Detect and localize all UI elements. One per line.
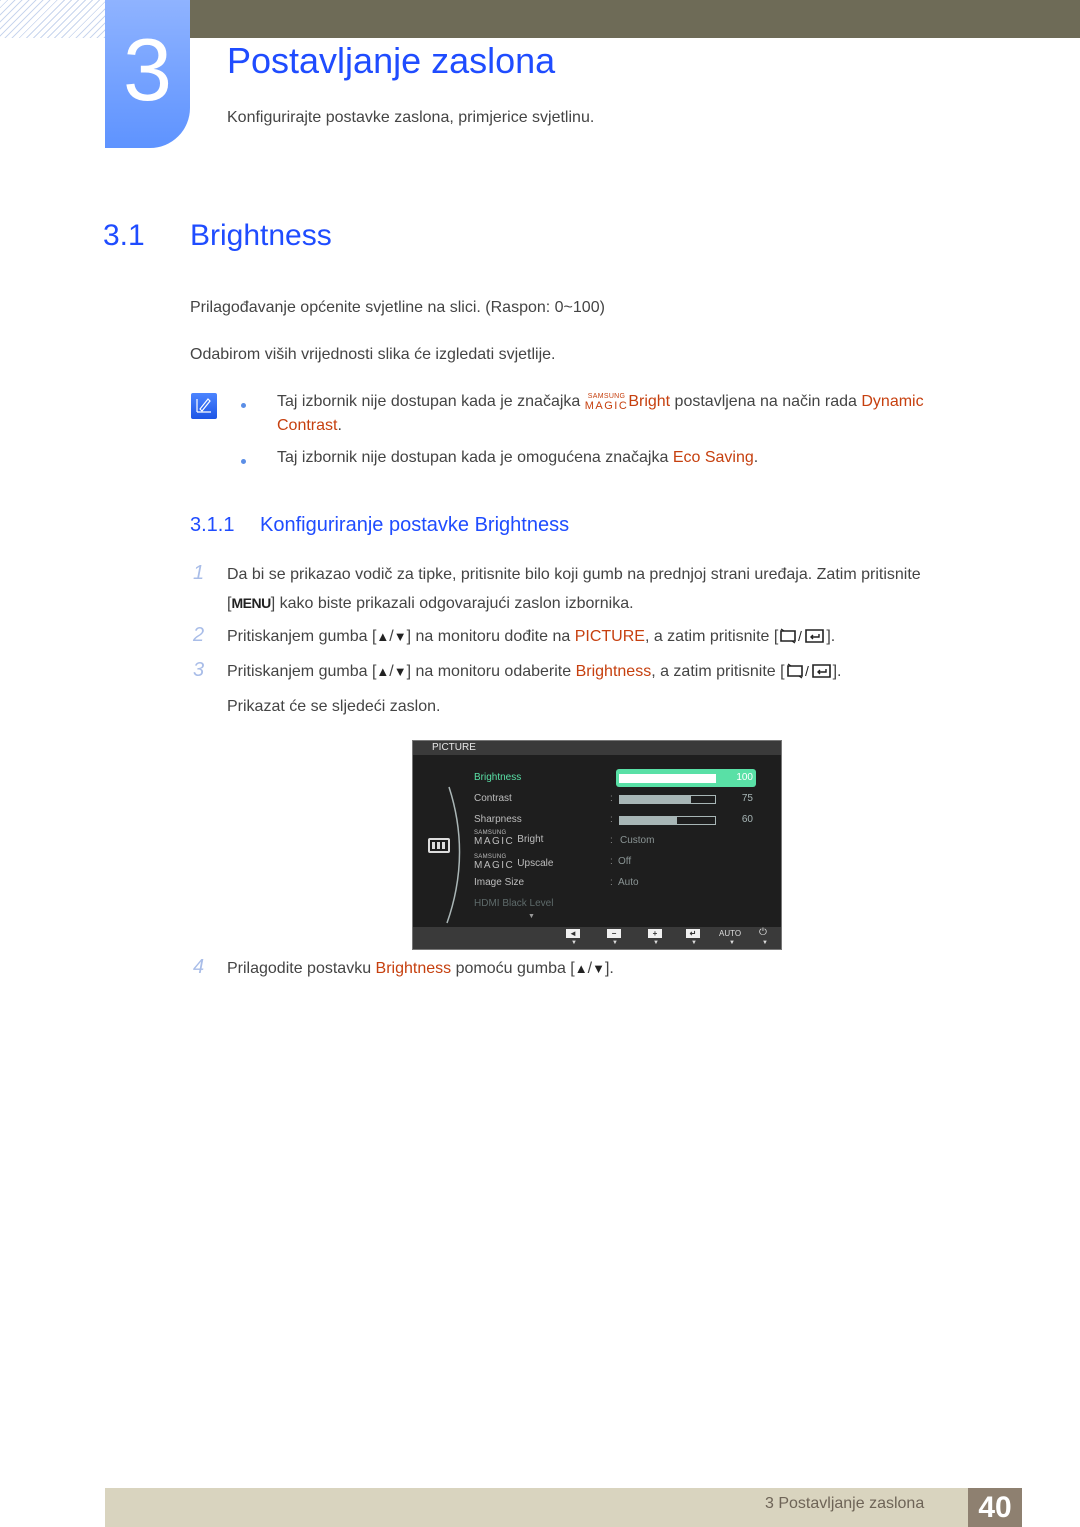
- step-4-text: Prilagodite postavku Brightness pomoću g…: [227, 960, 614, 977]
- source-enter-key-icon: /: [778, 626, 826, 654]
- osd-plus-button-icon[interactable]: +: [648, 929, 662, 938]
- highlight-brightness: Brightness: [375, 960, 452, 977]
- chapter-title: Postavljanje zaslona: [227, 40, 556, 81]
- osd-bar-fill: [620, 796, 692, 803]
- svg-text:/: /: [798, 628, 802, 644]
- note-item-magicbright: Taj izbornik nije dostupan kada je znača…: [277, 393, 924, 434]
- step-number: 4: [193, 956, 205, 978]
- osd-sharpness-value: 60: [741, 814, 753, 825]
- down-arrow-icon: ▼: [393, 629, 407, 644]
- osd-brightness-value: 100: [736, 772, 753, 783]
- up-arrow-icon: ▲: [574, 961, 588, 976]
- section-paragraph-brighter: Odabirom viših vrijednosti slika će izgl…: [190, 346, 556, 363]
- osd-enter-button-icon[interactable]: ↵: [686, 929, 700, 938]
- osd-picture-menu: PICTURE Brightness : 100 Contrast : 75 S…: [412, 740, 782, 950]
- samsung-magic-logo: SAMSUNG MAGIC: [584, 393, 629, 412]
- osd-magic-upscale-value: Off: [618, 856, 632, 867]
- highlight-picture: PICTURE: [574, 628, 645, 645]
- highlight-dynamic: Dynamic: [861, 393, 924, 410]
- section-number: 3.1: [103, 219, 145, 252]
- osd-button-guide: ◄ ▼ − ▼ + ▼ ↵ ▼ AUTO ▼ ⏻ ▼: [413, 927, 781, 949]
- step-2-text: Pritiskanjem gumba [▲/▼] na monitoru dođ…: [227, 623, 997, 654]
- note-item-ecosaving: Taj izbornik nije dostupan kada je omogu…: [277, 449, 759, 466]
- osd-item-sharpness[interactable]: Sharpness: [474, 814, 522, 825]
- highlight-brightness: Brightness: [575, 663, 652, 680]
- samsung-magic-logo: SAMSUNG MAGIC: [474, 854, 515, 871]
- samsung-magic-logo: SAMSUNG MAGIC: [474, 830, 515, 847]
- osd-contrast-value: 75: [741, 793, 753, 804]
- chapter-subtitle: Konfigurirajte postavke zaslona, primjer…: [227, 109, 595, 126]
- osd-item-magic-bright[interactable]: SAMSUNG MAGIC Bright: [474, 830, 543, 847]
- source-enter-key-icon: /: [785, 661, 833, 689]
- osd-sharpness-bar[interactable]: [619, 816, 716, 825]
- osd-item-hdmi-black-level: HDMI Black Level: [474, 898, 554, 909]
- osd-scroll-down-icon[interactable]: ▼: [528, 913, 535, 920]
- osd-item-contrast[interactable]: Contrast: [474, 793, 512, 804]
- subsection-number: 3.1.1: [190, 514, 235, 536]
- page-number: 40: [968, 1488, 1022, 1527]
- osd-contrast-bar[interactable]: [619, 795, 716, 804]
- chapter-number-tab: 3: [105, 0, 190, 148]
- svg-text:/: /: [805, 663, 809, 679]
- up-arrow-icon: ▲: [376, 664, 390, 679]
- up-arrow-icon: ▲: [376, 629, 390, 644]
- osd-arc-decoration: [446, 786, 461, 924]
- section-paragraph-range: Prilagođavanje općenite svjetline na sli…: [190, 299, 605, 316]
- highlight-bright: Bright: [628, 393, 671, 410]
- note-pencil-icon: [191, 393, 217, 419]
- subsection-title: Konfiguriranje postavke Brightness: [260, 514, 570, 536]
- osd-auto-button[interactable]: AUTO: [719, 929, 741, 938]
- bullet-dot: [241, 403, 246, 408]
- osd-item-magic-upscale[interactable]: SAMSUNG MAGIC Upscale: [474, 854, 553, 871]
- osd-item-image-size[interactable]: Image Size: [474, 877, 524, 888]
- osd-bar-fill: [620, 775, 715, 782]
- osd-power-button-icon[interactable]: ⏻: [759, 927, 767, 938]
- step-number: 3: [193, 659, 205, 681]
- header-bar: [190, 0, 1080, 38]
- osd-left-button-icon[interactable]: ◄: [566, 929, 580, 938]
- osd-item-brightness[interactable]: Brightness: [474, 772, 521, 783]
- osd-image-size-value: Auto: [618, 877, 639, 888]
- step-number: 1: [193, 562, 205, 584]
- picture-menu-icon: [428, 838, 450, 853]
- osd-header: PICTURE: [413, 741, 781, 755]
- osd-magic-bright-value: Custom: [620, 835, 655, 846]
- osd-bar-fill: [620, 817, 677, 824]
- section-title: Brightness: [190, 219, 332, 252]
- step-1-text: Da bi se prikazao vodič za tipke, pritis…: [227, 566, 921, 612]
- highlight-eco-saving: Eco Saving: [672, 449, 754, 466]
- osd-brightness-bar[interactable]: [619, 774, 716, 783]
- menu-key-icon: MENU: [231, 595, 271, 611]
- bullet-dot: [241, 459, 246, 464]
- footer-chapter-label: 3 Postavljanje zaslona: [765, 1495, 925, 1512]
- highlight-contrast: Contrast: [277, 417, 338, 434]
- header-hatch-decoration: [0, 0, 105, 38]
- step-3-text: Pritiskanjem gumba [▲/▼] na monitoru oda…: [227, 661, 842, 715]
- down-arrow-icon: ▼: [592, 961, 605, 976]
- osd-minus-button-icon[interactable]: −: [607, 929, 621, 938]
- step-number: 2: [193, 624, 205, 646]
- down-arrow-icon: ▼: [393, 664, 407, 679]
